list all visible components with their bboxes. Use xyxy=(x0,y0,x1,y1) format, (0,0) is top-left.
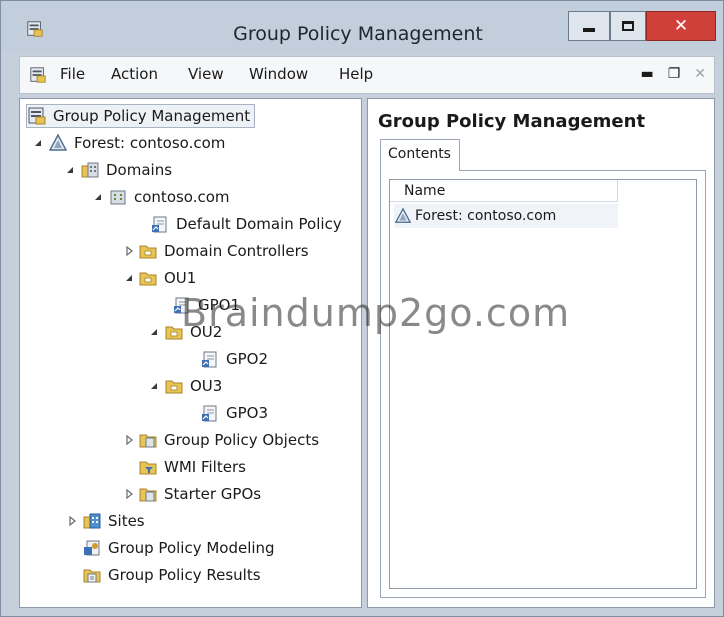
tree-item-gp-results[interactable]: Group Policy Results xyxy=(82,563,261,587)
tree-item-gpo3[interactable]: GPO3 xyxy=(200,401,268,425)
expander-ou2-icon[interactable] xyxy=(148,326,160,338)
gpm-window: Group Policy Management ✕ File Action Vi… xyxy=(0,0,724,617)
menu-window[interactable]: Window xyxy=(249,65,308,83)
gpo-link-icon xyxy=(200,403,220,423)
forest-icon xyxy=(48,133,68,153)
content-heading: Group Policy Management xyxy=(378,111,646,132)
column-header-name[interactable]: Name xyxy=(390,180,618,202)
tree-item-domains[interactable]: Domains xyxy=(80,158,172,182)
tree-item-gpo1[interactable]: GPO1 xyxy=(172,293,240,317)
gpm-icon xyxy=(27,106,47,126)
mdi-restore-icon[interactable]: ❐ xyxy=(668,66,681,82)
tree-item-forest[interactable]: Forest: contoso.com xyxy=(48,131,225,155)
minimize-button[interactable] xyxy=(568,11,610,41)
ou-folder-icon xyxy=(164,322,184,342)
wmi-filter-icon xyxy=(138,457,158,477)
tree-item-sites[interactable]: Sites xyxy=(82,509,145,533)
expander-sites-icon[interactable] xyxy=(66,515,78,527)
expander-starter-icon[interactable] xyxy=(123,488,135,500)
maximize-button[interactable] xyxy=(610,11,646,41)
results-icon xyxy=(82,565,102,585)
starter-gpo-icon xyxy=(138,484,158,504)
mdi-minimize-icon[interactable]: ▬ xyxy=(640,66,653,82)
console-tree: Group Policy Management Forest: contoso.… xyxy=(19,98,362,608)
tree-item-wmi-filters[interactable]: WMI Filters xyxy=(138,455,246,479)
expander-domain-icon[interactable] xyxy=(92,191,104,203)
domain-icon xyxy=(108,187,128,207)
mdi-close-icon[interactable]: ✕ xyxy=(694,66,706,82)
gpo-container-icon xyxy=(138,430,158,450)
content-pane: Group Policy Management Contents Name Fo… xyxy=(367,98,715,608)
menu-action[interactable]: Action xyxy=(111,65,158,83)
contents-list: Name Forest: contoso.com xyxy=(389,179,697,589)
close-icon: ✕ xyxy=(673,16,689,36)
ou-folder-icon xyxy=(164,376,184,396)
minimize-icon xyxy=(583,28,595,32)
expander-gpo-container-icon[interactable] xyxy=(123,434,135,446)
contents-tab-panel: Name Forest: contoso.com xyxy=(380,170,706,598)
gpo-link-icon xyxy=(172,295,192,315)
ou-folder-icon xyxy=(138,268,158,288)
menu-file[interactable]: File xyxy=(60,65,85,83)
tree-item-ou2[interactable]: OU2 xyxy=(164,320,222,344)
tree-item-default-domain-policy[interactable]: Default Domain Policy xyxy=(150,212,342,236)
tree-item-starter-gpos[interactable]: Starter GPOs xyxy=(138,482,261,506)
tree-item-domain-controllers[interactable]: Domain Controllers xyxy=(138,239,309,263)
maximize-icon xyxy=(622,21,634,31)
title-bar: Group Policy Management ✕ xyxy=(1,1,723,53)
forest-icon xyxy=(394,207,412,225)
expander-domains-icon[interactable] xyxy=(64,164,76,176)
list-item[interactable]: Forest: contoso.com xyxy=(394,204,618,228)
tree-item-contoso-domain[interactable]: contoso.com xyxy=(108,185,230,209)
expander-ou1-icon[interactable] xyxy=(123,272,135,284)
tree-item-group-policy-objects[interactable]: Group Policy Objects xyxy=(138,428,319,452)
tab-contents[interactable]: Contents xyxy=(380,139,460,171)
expander-forest-icon[interactable] xyxy=(32,137,44,149)
sites-icon xyxy=(82,511,102,531)
ou-folder-icon xyxy=(138,241,158,261)
menu-help[interactable]: Help xyxy=(339,65,373,83)
tree-item-ou3[interactable]: OU3 xyxy=(164,374,222,398)
gpo-link-icon xyxy=(200,349,220,369)
modeling-icon xyxy=(82,538,102,558)
mdi-controls: ▬ ❐ ✕ xyxy=(640,66,706,82)
menu-bar: File Action View Window Help ▬ ❐ ✕ xyxy=(19,56,715,94)
tree-item-gpm-root[interactable]: Group Policy Management xyxy=(26,104,256,128)
domains-icon xyxy=(80,160,100,180)
tree-item-gp-modeling[interactable]: Group Policy Modeling xyxy=(82,536,275,560)
tree-item-ou1[interactable]: OU1 xyxy=(138,266,196,290)
expander-dc-icon[interactable] xyxy=(123,245,135,257)
close-button[interactable]: ✕ xyxy=(646,11,716,41)
expander-ou3-icon[interactable] xyxy=(148,380,160,392)
gpo-link-icon xyxy=(150,214,170,234)
menu-view[interactable]: View xyxy=(188,65,224,83)
console-icon[interactable] xyxy=(29,66,47,84)
tree-item-gpo2[interactable]: GPO2 xyxy=(200,347,268,371)
